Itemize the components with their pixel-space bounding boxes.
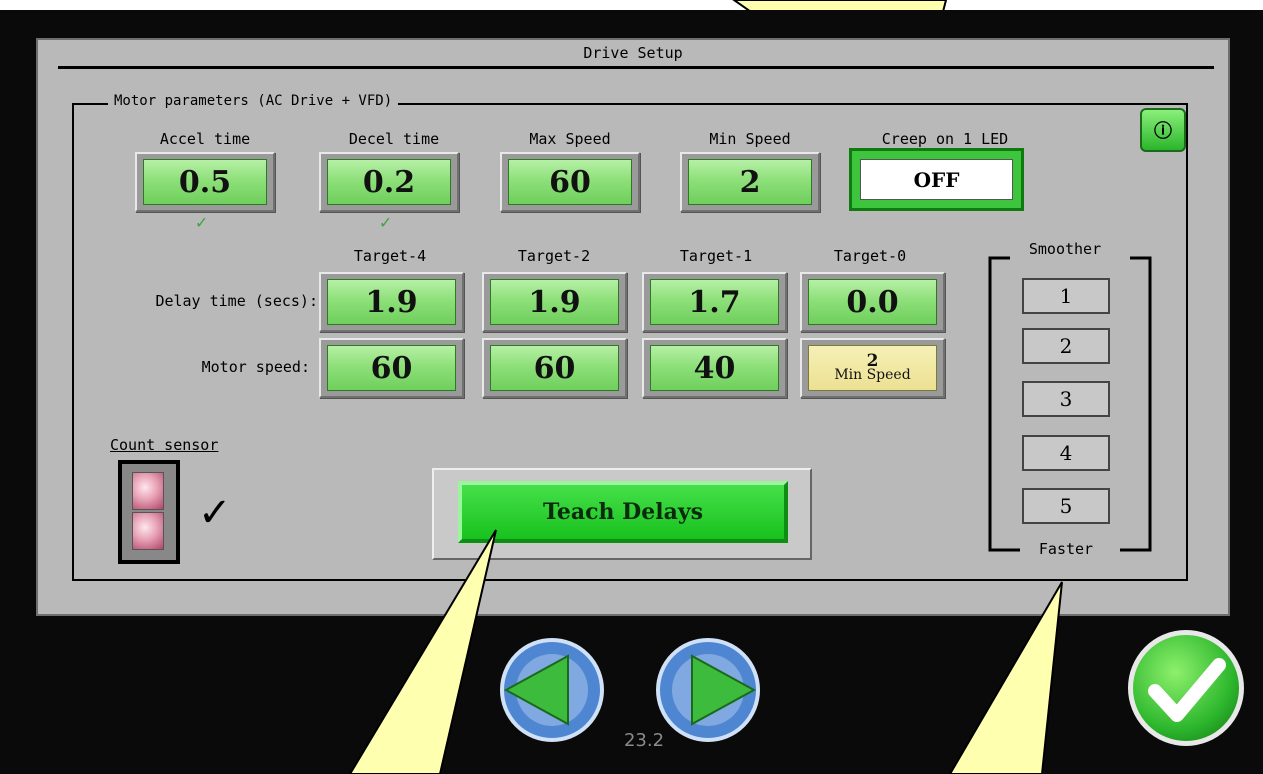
callout-bottom-right — [948, 581, 1063, 774]
